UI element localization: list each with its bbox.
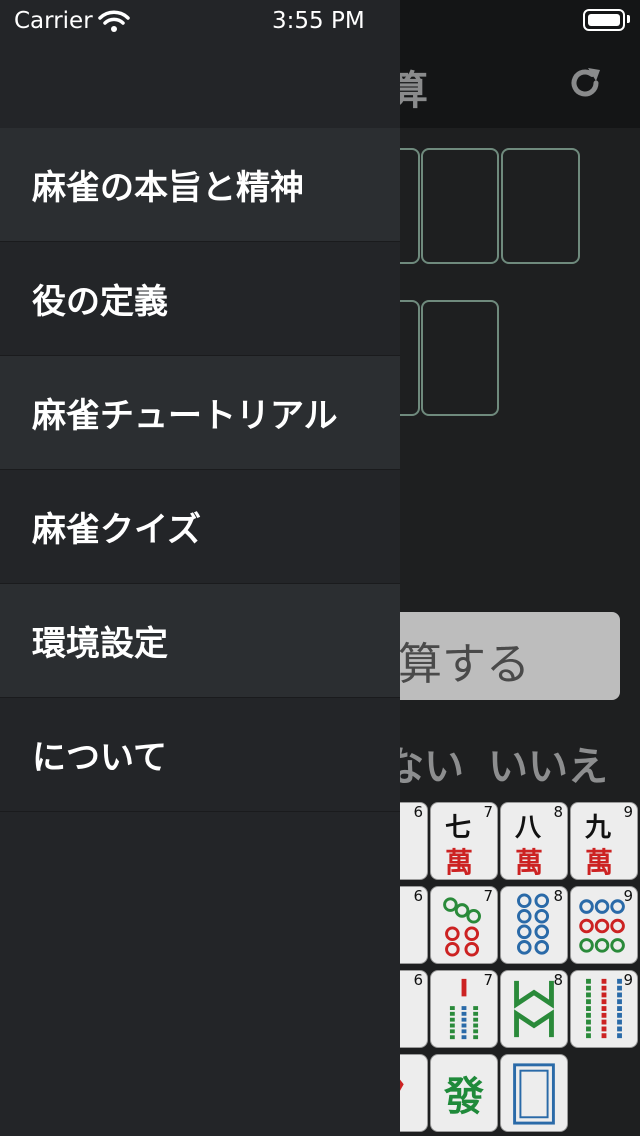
tile-pin-7[interactable]: 7 <box>430 886 498 964</box>
hatsu-glyph: 發 <box>444 1074 484 1120</box>
tile-slot[interactable] <box>421 148 499 264</box>
tile-slot[interactable] <box>421 300 499 416</box>
status-time: 3:55 PM <box>272 8 365 34</box>
battery-icon <box>583 9 625 31</box>
tile-man-9[interactable]: 九 萬 9 <box>570 802 638 880</box>
status-bar: Carrier 3:55 PM <box>0 0 640 40</box>
menu-item-yaku-definitions[interactable]: 役の定義 <box>0 242 400 356</box>
tile-man-7[interactable]: 七 萬 7 <box>430 802 498 880</box>
tile-sou-9[interactable]: 9 <box>570 970 638 1048</box>
calculate-button-label: 算する <box>398 639 530 690</box>
wifi-icon <box>98 10 130 32</box>
dragon-white-icon <box>513 1063 555 1125</box>
drawer-menu: 麻雀の本旨と精神 役の定義 麻雀チュートリアル 麻雀クイズ 環境設定 について <box>0 128 400 812</box>
tile-sou-8[interactable]: 8 <box>500 970 568 1048</box>
menu-item-label: 麻雀クイズ <box>32 510 201 550</box>
menu-item-label: について <box>32 738 167 778</box>
tile-slot[interactable] <box>501 148 580 264</box>
carrier-label: Carrier <box>14 8 93 34</box>
menu-item-label: 環境設定 <box>32 624 168 664</box>
battery-cap <box>627 15 630 23</box>
tile-pin-9[interactable]: 9 <box>570 886 638 964</box>
tile-haku[interactable] <box>500 1054 568 1132</box>
menu-item-quiz[interactable]: 麻雀クイズ <box>0 470 400 584</box>
menu-item-label: 麻雀チュートリアル <box>32 396 338 436</box>
menu-item-tutorial[interactable]: 麻雀チュートリアル <box>0 356 400 470</box>
tile-man-8[interactable]: 八 萬 8 <box>500 802 568 880</box>
tile-hatsu[interactable]: 發 <box>430 1054 498 1132</box>
menu-item-label: 役の定義 <box>32 282 168 322</box>
menu-item-settings[interactable]: 環境設定 <box>0 584 400 698</box>
refresh-icon[interactable] <box>566 64 604 102</box>
menu-item-about[interactable]: について <box>0 698 400 812</box>
menu-item-principles[interactable]: 麻雀の本旨と精神 <box>0 128 400 242</box>
tile-sou-7[interactable]: 7 <box>430 970 498 1048</box>
tile-pin-8[interactable]: 8 <box>500 886 568 964</box>
side-drawer: 麻雀の本旨と精神 役の定義 麻雀チュートリアル 麻雀クイズ 環境設定 について <box>0 0 400 1136</box>
yes-option[interactable]: いいえ <box>488 734 608 792</box>
menu-item-label: 麻雀の本旨と精神 <box>32 168 304 208</box>
